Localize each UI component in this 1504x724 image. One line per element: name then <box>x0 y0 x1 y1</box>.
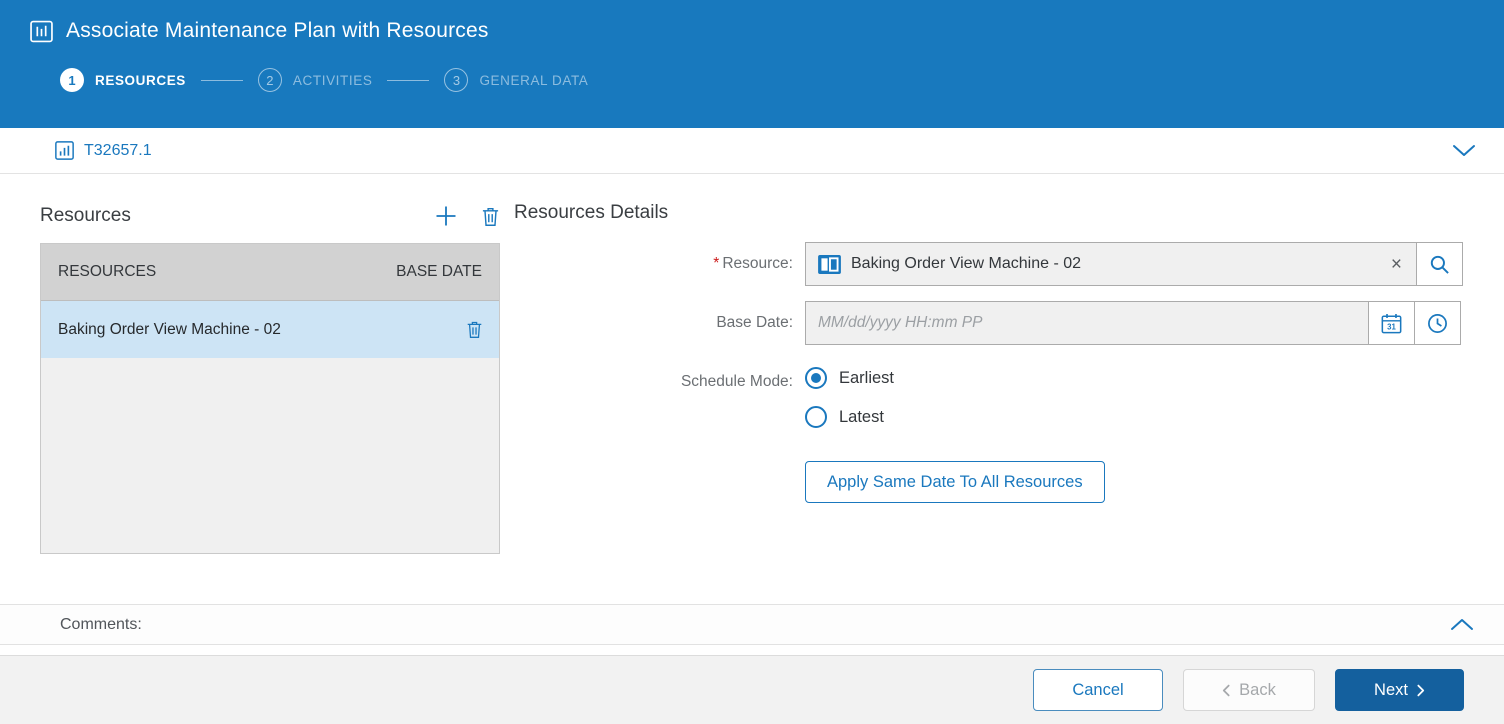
footer: Cancel Back Next <box>0 655 1504 724</box>
wizard-stepper: 1 RESOURCES 2 ACTIVITIES 3 GENERAL DATA <box>60 68 1504 92</box>
resources-title: Resources <box>40 205 131 227</box>
resources-panel-header: Resources <box>40 200 500 232</box>
step-number: 3 <box>444 68 468 92</box>
comments-label: Comments: <box>60 616 142 634</box>
plan-bar: T32657.1 <box>0 128 1504 174</box>
collapse-plan-chevron-down-icon[interactable] <box>1452 144 1476 157</box>
base-date-field-group: 31 <box>805 301 1461 345</box>
step-resources[interactable]: 1 RESOURCES <box>60 68 186 92</box>
base-date-form-row: Base Date: 31 <box>514 301 1464 345</box>
row-delete-button[interactable] <box>466 320 483 339</box>
chevron-right-icon <box>1417 684 1425 697</box>
earliest-radio[interactable] <box>805 367 827 389</box>
svg-text:31: 31 <box>1387 322 1396 331</box>
add-resource-button[interactable] <box>435 205 457 227</box>
step-general-data[interactable]: 3 GENERAL DATA <box>444 68 588 92</box>
schedule-mode-form-row: Schedule Mode: Earliest Latest <box>514 360 1464 428</box>
base-date-field <box>805 301 1369 345</box>
column-resources: RESOURCES <box>58 263 156 281</box>
resource-label: *Resource: <box>514 242 805 286</box>
step-number: 2 <box>258 68 282 92</box>
resources-table: RESOURCES BASE DATE Baking Order View Ma… <box>40 243 500 554</box>
delete-resource-button[interactable] <box>481 206 500 227</box>
schedule-mode-label: Schedule Mode: <box>514 360 805 428</box>
step-number: 1 <box>60 68 84 92</box>
cancel-button[interactable]: Cancel <box>1033 669 1163 711</box>
resource-field-group: Baking Order View Machine - 02 × <box>805 242 1463 286</box>
base-date-input[interactable] <box>818 314 1356 332</box>
resources-details-title: Resources Details <box>514 202 1464 224</box>
base-date-label: Base Date: <box>514 301 805 345</box>
step-label: RESOURCES <box>95 73 186 88</box>
open-time-picker-button[interactable] <box>1414 301 1461 345</box>
open-calendar-button[interactable]: 31 <box>1368 301 1415 345</box>
title-row: Associate Maintenance Plan with Resource… <box>30 19 1504 43</box>
apply-row: Apply Same Date To All Resources <box>514 461 1464 503</box>
calendar-icon: 31 <box>1381 313 1402 334</box>
maintenance-plan-icon <box>30 20 53 43</box>
trash-icon <box>466 320 483 339</box>
page-title: Associate Maintenance Plan with Resource… <box>66 19 489 43</box>
step-label: ACTIVITIES <box>293 73 373 88</box>
earliest-option[interactable]: Earliest <box>805 367 894 389</box>
required-asterisk: * <box>713 255 719 272</box>
clear-resource-button[interactable]: × <box>1389 255 1404 274</box>
column-base-date: BASE DATE <box>396 263 482 281</box>
next-button[interactable]: Next <box>1335 669 1464 711</box>
collapse-comments-chevron-up-icon[interactable] <box>1450 618 1474 631</box>
next-label: Next <box>1374 681 1408 700</box>
associate-maintenance-plan-dialog: Associate Maintenance Plan with Resource… <box>0 0 1504 724</box>
resource-name: Baking Order View Machine - 02 <box>58 321 281 339</box>
clock-icon <box>1427 313 1448 334</box>
resources-panel: Resources RESOURCES BASE DATE Baking Ord <box>40 200 500 604</box>
step-label: GENERAL DATA <box>479 73 588 88</box>
latest-label: Latest <box>839 408 884 427</box>
step-connector <box>387 80 429 81</box>
trash-icon <box>481 206 500 227</box>
resources-table-header: RESOURCES BASE DATE <box>41 244 499 301</box>
back-button[interactable]: Back <box>1183 669 1315 711</box>
table-row[interactable]: Baking Order View Machine - 02 <box>41 301 499 358</box>
step-connector <box>201 80 243 81</box>
resources-toolbar <box>435 205 500 227</box>
search-resource-button[interactable] <box>1416 242 1463 286</box>
apply-same-date-button[interactable]: Apply Same Date To All Resources <box>805 461 1105 503</box>
earliest-label: Earliest <box>839 369 894 388</box>
resource-value: Baking Order View Machine - 02 <box>851 255 1081 273</box>
resources-details-panel: Resources Details *Resource: Baking Orde… <box>500 200 1464 604</box>
plan-id: T32657.1 <box>84 142 152 160</box>
step-activities[interactable]: 2 ACTIVITIES <box>258 68 373 92</box>
plan-resource-icon <box>55 141 74 160</box>
machine-icon <box>818 255 841 274</box>
schedule-mode-options: Earliest Latest <box>805 360 894 428</box>
search-icon <box>1429 254 1450 275</box>
latest-option[interactable]: Latest <box>805 406 894 428</box>
header: Associate Maintenance Plan with Resource… <box>0 0 1504 128</box>
back-label: Back <box>1239 681 1276 700</box>
latest-radio[interactable] <box>805 406 827 428</box>
main-content: Resources RESOURCES BASE DATE Baking Ord <box>0 174 1504 604</box>
chevron-left-icon <box>1222 684 1230 697</box>
plus-icon <box>435 205 457 227</box>
comments-bar[interactable]: Comments: <box>0 604 1504 645</box>
resource-field[interactable]: Baking Order View Machine - 02 × <box>805 242 1417 286</box>
resource-form-row: *Resource: Baking Order View Machine - 0… <box>514 242 1464 286</box>
